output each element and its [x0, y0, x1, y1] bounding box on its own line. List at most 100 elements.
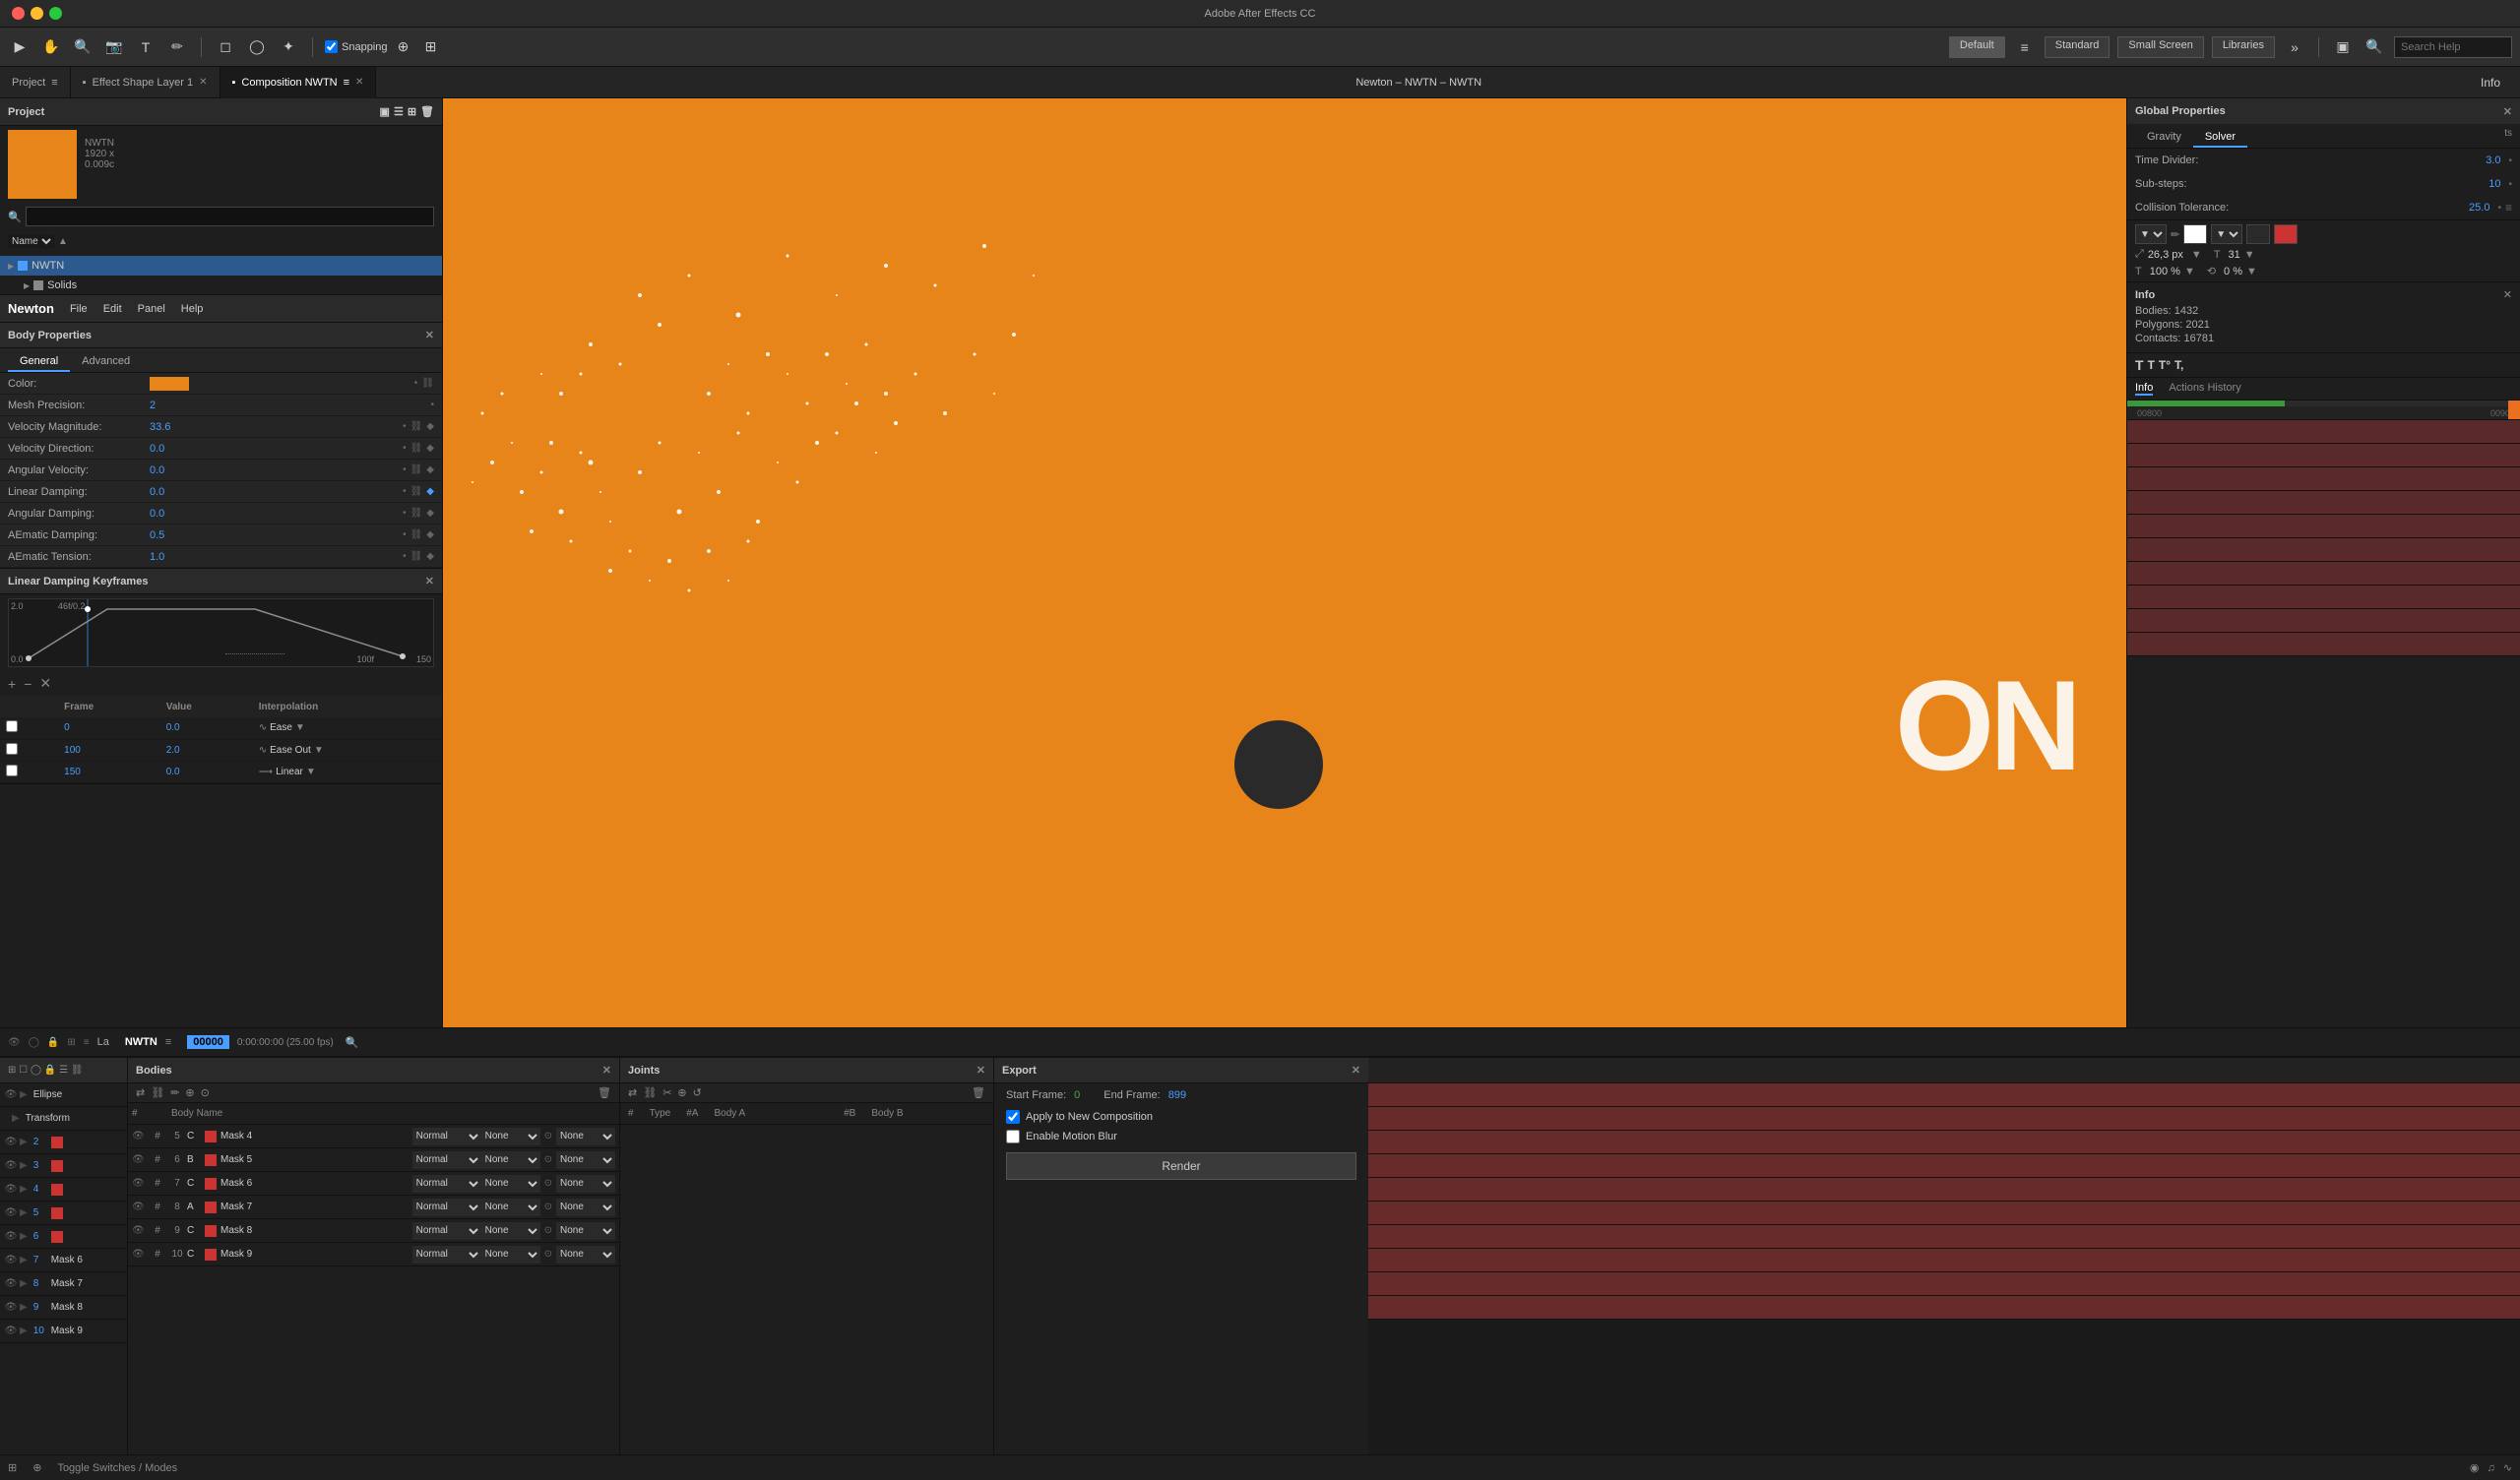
- vc-pct-arrow-2[interactable]: ▼: [2246, 266, 2257, 278]
- body-blend-5[interactable]: None: [481, 1151, 540, 1169]
- vc-select-1[interactable]: ▼: [2135, 224, 2167, 244]
- sub-steps-value[interactable]: 10: [2488, 178, 2500, 190]
- joints-panel-close[interactable]: ✕: [976, 1064, 985, 1077]
- project-search-input[interactable]: [26, 207, 434, 226]
- vc-pct-arrow[interactable]: ▼: [2184, 266, 2195, 278]
- body-eye-8[interactable]: 👁: [132, 1225, 148, 1236]
- kf-value-1[interactable]: 2.0: [160, 739, 253, 761]
- kf-clear-btn[interactable]: ✕: [39, 675, 51, 692]
- body-eye-4[interactable]: 👁: [132, 1131, 148, 1141]
- text-format-tt-3[interactable]: T°: [2159, 358, 2171, 372]
- bodies-tool-3[interactable]: ✏: [170, 1086, 179, 1099]
- body-blend2-5[interactable]: None: [556, 1151, 615, 1169]
- body-mode-9[interactable]: Normal: [412, 1246, 481, 1264]
- lc-triangle-4[interactable]: ▶: [20, 1184, 28, 1195]
- comp-menu[interactable]: ≡: [344, 77, 349, 89]
- body-mode-5[interactable]: Normal: [412, 1151, 481, 1169]
- kf-check-0[interactable]: [6, 720, 18, 732]
- advanced-tab[interactable]: Advanced: [70, 352, 142, 372]
- body-blend2-9[interactable]: None: [556, 1246, 615, 1264]
- project-sort-select[interactable]: Name: [8, 235, 54, 248]
- lc-eye-2[interactable]: 👁: [4, 1137, 18, 1147]
- lin-damp-link[interactable]: ⛓: [410, 486, 423, 497]
- vc-red-swatch[interactable]: [2274, 224, 2298, 244]
- project-icon-2[interactable]: ☰: [394, 105, 404, 118]
- collision-tolerance-value[interactable]: 25.0: [2469, 202, 2489, 214]
- text-format-tt-1[interactable]: T: [2135, 357, 2144, 373]
- pen-tool[interactable]: ✏: [165, 35, 189, 59]
- ease-dropdown-0[interactable]: ▼: [295, 722, 305, 733]
- kf-interp-2[interactable]: ⟶ Linear ▼: [253, 761, 442, 782]
- vel-dir-diamond[interactable]: ◆: [426, 443, 434, 454]
- body-blend2-7[interactable]: None: [556, 1199, 615, 1216]
- close-button[interactable]: [12, 7, 25, 20]
- libraries-btn[interactable]: Libraries: [2212, 36, 2275, 58]
- ang-damp-reset[interactable]: •: [403, 508, 407, 519]
- joints-tool-2[interactable]: ⛓: [643, 1086, 657, 1099]
- color-reset-icon[interactable]: •: [414, 378, 418, 389]
- body-row-4[interactable]: 👁 # 5 C Mask 4 Normal None ⊙ None: [128, 1125, 619, 1148]
- newton-edit-menu[interactable]: Edit: [103, 303, 122, 315]
- tl-playhead[interactable]: [2508, 401, 2520, 419]
- joints-tool-3[interactable]: ✂: [662, 1086, 671, 1099]
- bottom-icon-2[interactable]: ⊕: [32, 1461, 41, 1474]
- tl-nwtn-menu[interactable]: ≡: [165, 1036, 171, 1048]
- vc-select-2[interactable]: ▼: [2211, 224, 2242, 244]
- search-icon[interactable]: 🔍: [2362, 35, 2386, 59]
- ang-vel-reset[interactable]: •: [403, 464, 407, 475]
- joints-tool-5[interactable]: ↺: [693, 1086, 702, 1099]
- kf-frame-2[interactable]: 150: [58, 761, 160, 782]
- lc-triangle-9[interactable]: ▶: [20, 1302, 28, 1313]
- workspace-menu-icon[interactable]: ≡: [2013, 35, 2037, 59]
- toggle-label[interactable]: Toggle Switches / Modes: [57, 1462, 177, 1474]
- snap-icon-2[interactable]: ⊞: [419, 35, 443, 59]
- maximize-button[interactable]: [49, 7, 62, 20]
- end-frame-value[interactable]: 899: [1168, 1089, 1186, 1101]
- linear-label-2[interactable]: Linear: [276, 767, 303, 777]
- text-format-tt-2[interactable]: T: [2148, 358, 2155, 372]
- effect-layer-close[interactable]: ✕: [199, 77, 207, 88]
- start-frame-value[interactable]: 0: [1074, 1089, 1080, 1101]
- camera-tool[interactable]: 📷: [102, 35, 126, 59]
- ang-damp-link[interactable]: ⛓: [410, 508, 423, 519]
- body-blend2-8[interactable]: None: [556, 1222, 615, 1240]
- bodies-tool-4[interactable]: ⊕: [185, 1086, 194, 1099]
- ae-tension-reset[interactable]: •: [403, 551, 407, 562]
- ae-damp-diamond[interactable]: ◆: [426, 529, 434, 540]
- lc-triangle-6[interactable]: ▶: [20, 1231, 28, 1242]
- kf-check-1[interactable]: [6, 743, 18, 755]
- render-button[interactable]: Render: [1006, 1152, 1356, 1180]
- body-blend-8[interactable]: None: [481, 1222, 540, 1240]
- newton-panel-menu[interactable]: Panel: [138, 303, 165, 315]
- vc-white-swatch[interactable]: [2183, 224, 2207, 244]
- bodies-panel-close[interactable]: ✕: [602, 1064, 611, 1077]
- vc-pct-2[interactable]: 0 %: [2224, 266, 2242, 278]
- general-tab[interactable]: General: [8, 352, 70, 372]
- ae-tension-link[interactable]: ⛓: [410, 551, 423, 562]
- vc-size-arrow[interactable]: ▼: [2191, 249, 2202, 261]
- ease-out-label-1[interactable]: Ease Out: [270, 745, 311, 756]
- tree-item-solids[interactable]: ▶ Solids: [0, 276, 442, 294]
- body-blend-7[interactable]: None: [481, 1199, 540, 1216]
- vel-mag-value[interactable]: 33.6: [150, 421, 199, 433]
- global-props-close[interactable]: ✕: [2503, 105, 2512, 118]
- kf-value-0[interactable]: 0.0: [160, 717, 253, 739]
- ang-vel-diamond[interactable]: ◆: [426, 464, 434, 475]
- bodies-tool-2[interactable]: ⛓: [151, 1086, 164, 1099]
- lc-eye-7[interactable]: 👁: [4, 1255, 18, 1265]
- newton-file-menu[interactable]: File: [70, 303, 88, 315]
- collision-scroll-icon[interactable]: ≡: [2505, 201, 2512, 215]
- kf-add-btn[interactable]: +: [8, 676, 16, 692]
- body-eye-7[interactable]: 👁: [132, 1202, 148, 1212]
- body-mode-8[interactable]: Normal: [412, 1222, 481, 1240]
- kf-interp-0[interactable]: ∿ Ease ▼: [253, 717, 442, 739]
- body-row-6[interactable]: 👁 # 7 C Mask 6 Normal None ⊙ None: [128, 1172, 619, 1196]
- apply-checkbox[interactable]: [1006, 1110, 1020, 1124]
- color-link-icon[interactable]: ⛓: [421, 378, 434, 389]
- ang-damp-diamond[interactable]: ◆: [426, 508, 434, 519]
- sub-steps-dot[interactable]: •: [2508, 179, 2512, 190]
- ease-out-dropdown-1[interactable]: ▼: [314, 745, 324, 756]
- ease-label-0[interactable]: Ease: [270, 722, 292, 733]
- text-tool[interactable]: T: [134, 35, 158, 59]
- arrow-tool[interactable]: ▶: [8, 35, 32, 59]
